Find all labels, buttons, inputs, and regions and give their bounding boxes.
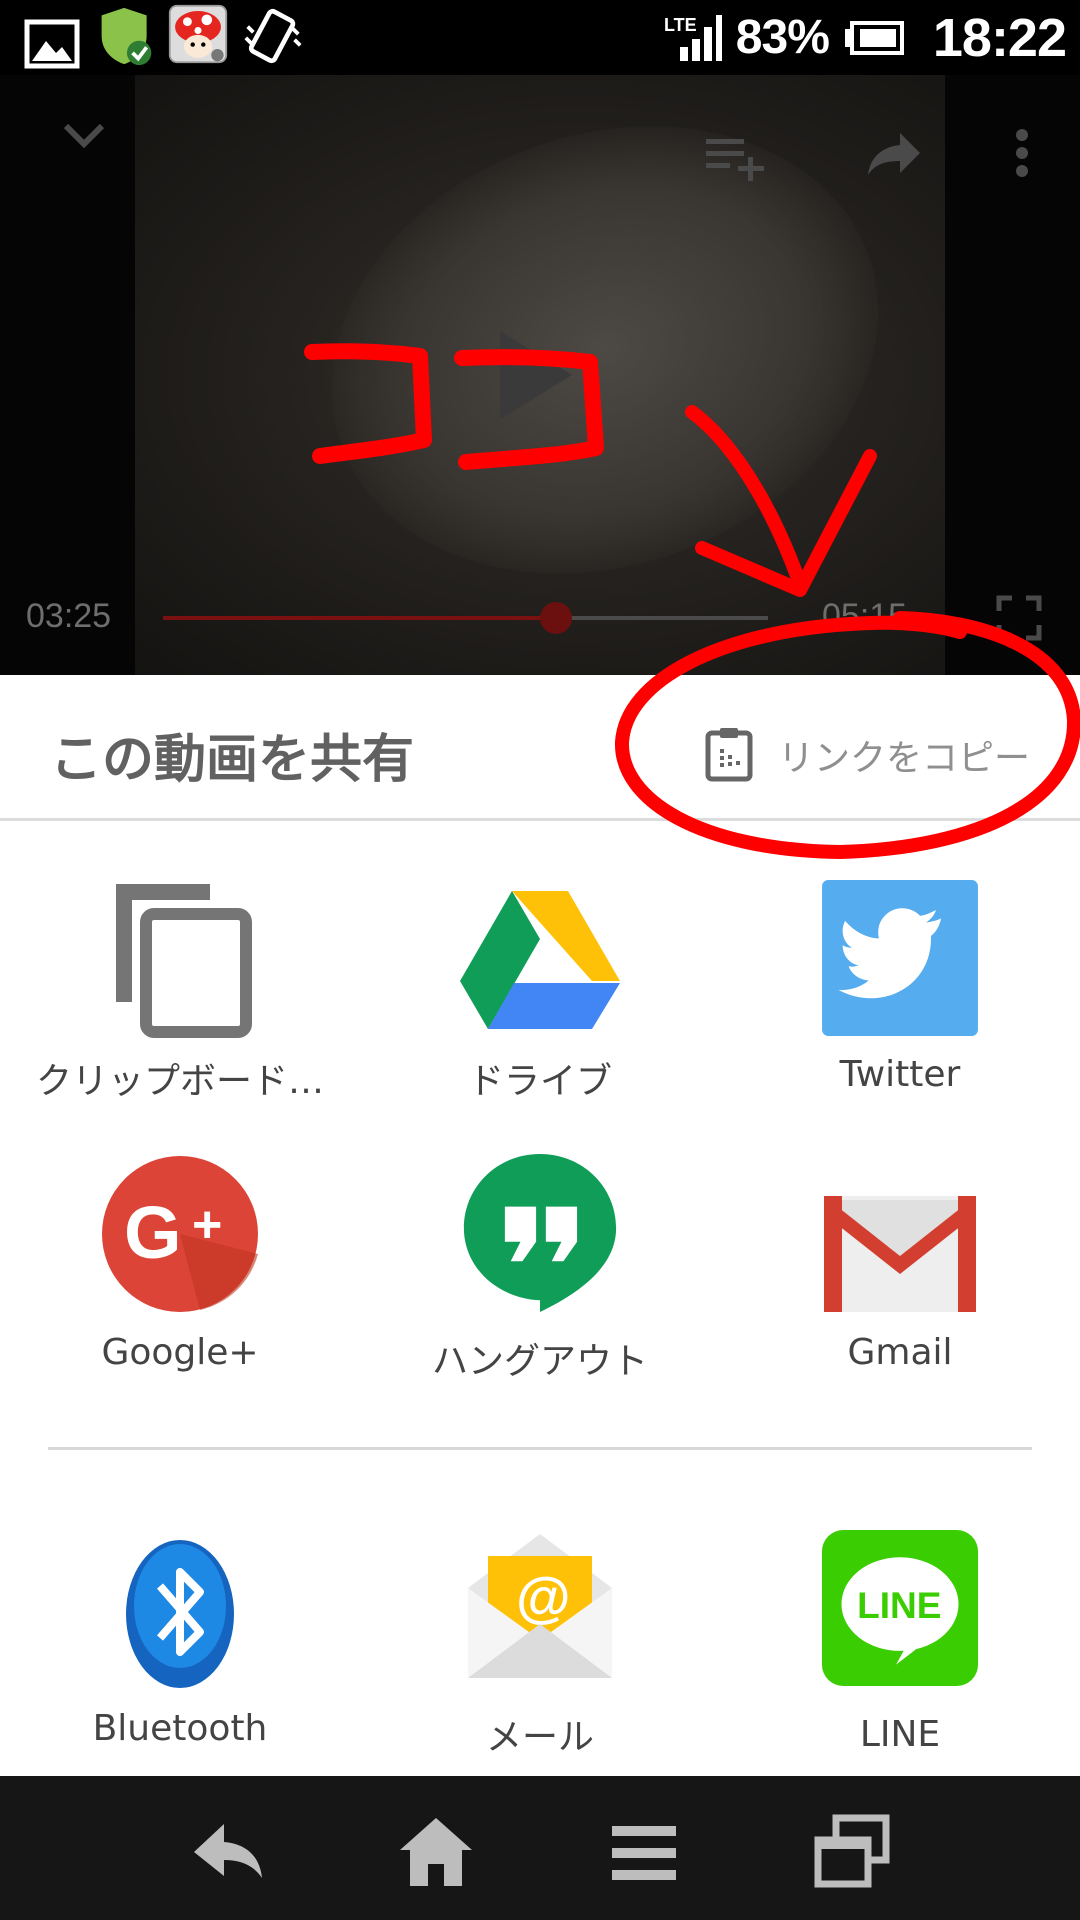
elapsed-time: 03:25 <box>26 597 112 635</box>
share-target-hangouts[interactable]: ハングアウト <box>360 1152 720 1382</box>
fullscreen-icon[interactable] <box>996 595 1042 641</box>
chevron-down-icon[interactable] <box>62 120 106 150</box>
share-target-twitter[interactable]: Twitter <box>720 868 1080 1098</box>
recents-icon[interactable] <box>812 1812 892 1892</box>
hangouts-icon <box>463 1153 617 1312</box>
clipboard-copy-icon <box>116 884 252 1038</box>
clipboard-icon <box>705 728 753 782</box>
share-sheet-title: この動画を共有 <box>50 730 415 790</box>
play-icon[interactable] <box>496 327 576 423</box>
svg-text:LTE: LTE <box>664 15 697 35</box>
navigation-bar <box>0 1776 1080 1920</box>
share-arrow-icon[interactable] <box>866 131 922 177</box>
share-target-email[interactable]: @ メール <box>360 1528 720 1758</box>
share-target-bluetooth[interactable]: Bluetooth <box>0 1528 360 1758</box>
share-target-label: Google+ <box>101 1332 259 1373</box>
add-to-playlist-icon[interactable] <box>704 135 770 181</box>
seek-bar[interactable] <box>163 602 768 634</box>
share-target-drive[interactable]: ドライブ <box>360 868 720 1102</box>
line-icon: LINE <box>821 1529 979 1687</box>
seek-bar-thumb[interactable] <box>540 602 573 634</box>
gmail-icon <box>824 1196 976 1312</box>
battery-icon <box>844 20 904 55</box>
share-target-label: LINE <box>859 1714 941 1755</box>
menu-icon[interactable] <box>604 1812 684 1892</box>
copy-link-label: リンクをコピー <box>778 738 1031 779</box>
bluetooth-icon <box>126 1540 234 1688</box>
mushroom-app-icon <box>168 4 228 64</box>
email-icon: @ <box>468 1534 612 1678</box>
lte-signal-icon: LTE <box>664 14 722 61</box>
video-player[interactable]: 03:25 05:15 <box>0 75 1080 675</box>
vibrate-icon <box>244 8 302 64</box>
google-plus-icon: G + <box>102 1156 258 1312</box>
shield-check-icon <box>101 7 152 66</box>
twitter-icon <box>822 880 978 1036</box>
battery-percent: 83% <box>735 11 830 64</box>
share-section-divider <box>48 1447 1032 1450</box>
svg-text:G: G <box>124 1191 182 1274</box>
share-sheet-header: この動画を共有 リンクをコピー <box>0 675 1080 821</box>
back-icon[interactable] <box>188 1812 268 1892</box>
svg-text:LINE: LINE <box>857 1584 941 1626</box>
copy-link-button[interactable]: リンクをコピー <box>700 725 1030 785</box>
clock: 18:22 <box>932 7 1067 68</box>
share-target-gmail[interactable]: Gmail <box>720 1152 1080 1382</box>
svg-text:@: @ <box>516 1565 571 1628</box>
seek-bar-fill <box>163 616 557 620</box>
share-target-line[interactable]: LINE LINE <box>720 1528 1080 1758</box>
google-drive-icon <box>460 891 620 1029</box>
share-target-google-plus[interactable]: G + Google+ <box>0 1152 360 1382</box>
status-bar: LTE 83% 18:22 <box>0 0 1080 75</box>
gallery-icon <box>24 19 80 69</box>
share-target-label: ハングアウト <box>431 1341 648 1382</box>
home-icon[interactable] <box>396 1812 476 1892</box>
total-duration: 05:15 <box>822 597 908 635</box>
share-target-label: ドライブ <box>467 1061 612 1102</box>
share-target-label: メール <box>485 1717 594 1758</box>
share-target-label: クリップボード… <box>35 1061 324 1102</box>
video-thumbnail-cat <box>268 75 942 648</box>
more-vert-icon[interactable] <box>1012 127 1032 179</box>
share-target-label: Bluetooth <box>92 1708 268 1749</box>
share-target-label: Gmail <box>847 1332 953 1373</box>
svg-text:+: + <box>192 1196 222 1254</box>
share-target-clipboard[interactable]: クリップボード… <box>0 868 360 1102</box>
share-target-label: Twitter <box>839 1054 961 1095</box>
